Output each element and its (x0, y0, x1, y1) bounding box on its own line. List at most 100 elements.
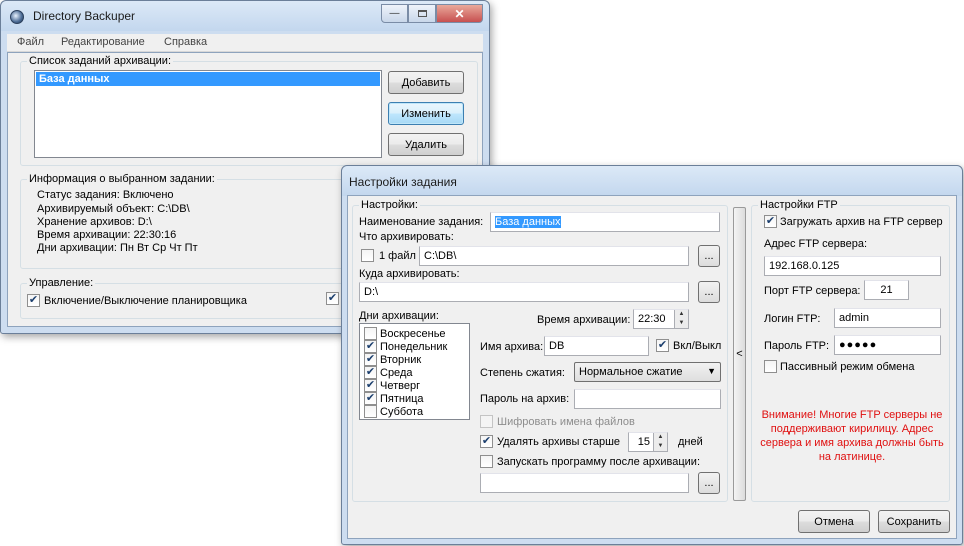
dropdown-arrow-icon: ▼ (707, 366, 716, 376)
info-object: Архивируемый объект: C:\DB\ (37, 203, 190, 215)
days-list[interactable]: Воскресенье ✔ Понедельник ✔ Вторник ✔ Среда… (359, 323, 470, 420)
ftp-password-label: Пароль FTP: (764, 340, 830, 352)
settings-dialog: Настройки задания Настройки: Наименовани… (341, 165, 963, 545)
main-window-title: Directory Backuper (33, 9, 136, 23)
archive-toggle-label: Вкл/Выкл (673, 340, 722, 352)
run-after-input[interactable] (480, 473, 689, 493)
time-input[interactable]: 22:30 ▲ ▼ (633, 309, 689, 329)
password-input[interactable] (574, 389, 721, 409)
task-name-value: База данных (495, 216, 561, 228)
checkmark-icon: ✔ (765, 215, 776, 227)
dialog-titlebar[interactable]: Настройки задания (342, 166, 962, 196)
spin-up-icon[interactable]: ▲ (654, 433, 667, 442)
time-spinner[interactable]: ▲ ▼ (674, 310, 688, 328)
day-item[interactable]: ✔ Понедельник (364, 340, 447, 353)
save-button[interactable]: Сохранить (878, 510, 950, 533)
source-browse-button[interactable]: ... (698, 245, 720, 267)
day-label: Вторник (380, 353, 422, 366)
menu-help[interactable]: Справка (164, 36, 207, 48)
dest-path-input[interactable]: D:\ (359, 282, 689, 302)
delete-task-button[interactable]: Удалить (388, 133, 464, 156)
ftp-port-input[interactable]: 21 (864, 280, 909, 300)
checkmark-icon: ✔ (657, 339, 668, 351)
day-checkbox[interactable] (364, 327, 377, 340)
app-icon (10, 10, 24, 24)
dest-browse-button[interactable]: ... (698, 281, 720, 303)
main-titlebar[interactable]: Directory Backuper — ✕ (1, 1, 489, 31)
ftp-address-input[interactable]: 192.168.0.125 (764, 256, 941, 276)
day-item[interactable]: Воскресенье (364, 327, 446, 340)
one-file-label: 1 файл (379, 250, 416, 262)
run-after-label: Запускать программу после архивации: (497, 456, 701, 468)
maximize-button[interactable] (408, 4, 436, 23)
one-file-checkbox[interactable] (361, 249, 374, 262)
days-unit-label: дней (678, 436, 703, 448)
menu-bar: Файл Редактирование Справка (7, 34, 483, 52)
dialog-title: Настройки задания (349, 175, 457, 189)
day-checkbox[interactable] (364, 405, 377, 418)
day-item[interactable]: Суббота (364, 405, 423, 418)
delete-older-spinner[interactable]: ▲ ▼ (653, 433, 667, 451)
compression-select[interactable]: Нормальное сжатие ▼ (574, 362, 721, 382)
add-task-button[interactable]: Добавить (388, 71, 464, 94)
source-path-input[interactable]: C:\DB\ (419, 246, 689, 266)
minimize-icon: — (389, 8, 400, 19)
days-label: Дни архивации: (359, 310, 439, 322)
day-checkbox[interactable]: ✔ (364, 379, 377, 392)
info-storage: Хранение архивов: D:\ (37, 216, 152, 228)
checkmark-icon: ✔ (28, 294, 39, 306)
settings-group-label: Настройки: (359, 199, 420, 211)
where-label: Куда архивировать: (359, 268, 460, 280)
day-checkbox[interactable]: ✔ (364, 353, 377, 366)
run-after-checkbox[interactable] (480, 455, 493, 468)
day-label: Пятница (380, 392, 424, 405)
task-name-input[interactable]: База данных (490, 212, 720, 232)
spin-down-icon[interactable]: ▼ (675, 319, 688, 328)
run-after-browse-button[interactable]: ... (698, 472, 720, 494)
close-icon: ✕ (454, 6, 465, 21)
cancel-button[interactable]: Отмена (798, 510, 870, 533)
archive-toggle-checkbox[interactable]: ✔ (656, 339, 669, 352)
encrypt-names-checkbox[interactable] (480, 415, 493, 428)
delete-older-label: Удалять архивы старше (497, 436, 621, 448)
day-checkbox[interactable]: ✔ (364, 366, 377, 379)
delete-older-checkbox[interactable]: ✔ (480, 435, 493, 448)
day-item[interactable]: ✔ Среда (364, 366, 412, 379)
day-checkbox[interactable]: ✔ (364, 340, 377, 353)
tasks-list[interactable]: База данных (34, 70, 382, 158)
ftp-login-label: Логин FTP: (764, 313, 821, 325)
time-value: 22:30 (638, 313, 666, 325)
menu-file[interactable]: Файл (17, 36, 44, 48)
edit-task-button[interactable]: Изменить (388, 102, 464, 125)
tasks-list-item[interactable]: База данных (36, 72, 380, 86)
ftp-password-input[interactable]: ●●●●● (834, 335, 941, 355)
peek-checkbox[interactable]: ✔ (326, 292, 339, 305)
info-group-label: Информация о выбранном задании: (27, 173, 217, 185)
archive-name-input[interactable]: DB (544, 336, 649, 356)
minimize-button[interactable]: — (381, 4, 408, 23)
compression-value: Нормальное сжатие (579, 366, 683, 378)
day-label: Суббота (380, 405, 424, 418)
info-days: Дни архивации: Пн Вт Ср Чт Пт (37, 242, 198, 254)
ftp-passive-label: Пассивный режим обмена (780, 361, 915, 373)
menu-edit[interactable]: Редактирование (61, 36, 145, 48)
day-item[interactable]: ✔ Вторник (364, 353, 421, 366)
day-item[interactable]: ✔ Пятница (364, 392, 424, 405)
scheduler-checkbox[interactable]: ✔ (27, 294, 40, 307)
ftp-upload-checkbox[interactable]: ✔ (764, 215, 777, 228)
collapse-ftp-button[interactable]: < (733, 207, 746, 501)
day-item[interactable]: ✔ Четверг (364, 379, 420, 392)
day-checkbox[interactable]: ✔ (364, 392, 377, 405)
checkmark-icon: ✔ (327, 292, 338, 304)
ftp-passive-checkbox[interactable] (764, 360, 777, 373)
close-button[interactable]: ✕ (436, 4, 483, 23)
ftp-upload-label: Загружать архив на FTP сервер (780, 216, 943, 228)
collapse-label: < (736, 348, 743, 360)
tasks-list-item-label: База данных (39, 73, 110, 85)
spin-up-icon[interactable]: ▲ (675, 310, 688, 319)
scheduler-label: Включение/Выключение планировщика (44, 295, 247, 307)
ftp-port-label: Порт FTP сервера: (764, 285, 861, 297)
delete-older-input[interactable]: 15 ▲ ▼ (628, 432, 668, 452)
spin-down-icon[interactable]: ▼ (654, 442, 667, 451)
ftp-login-input[interactable]: admin (834, 308, 941, 328)
